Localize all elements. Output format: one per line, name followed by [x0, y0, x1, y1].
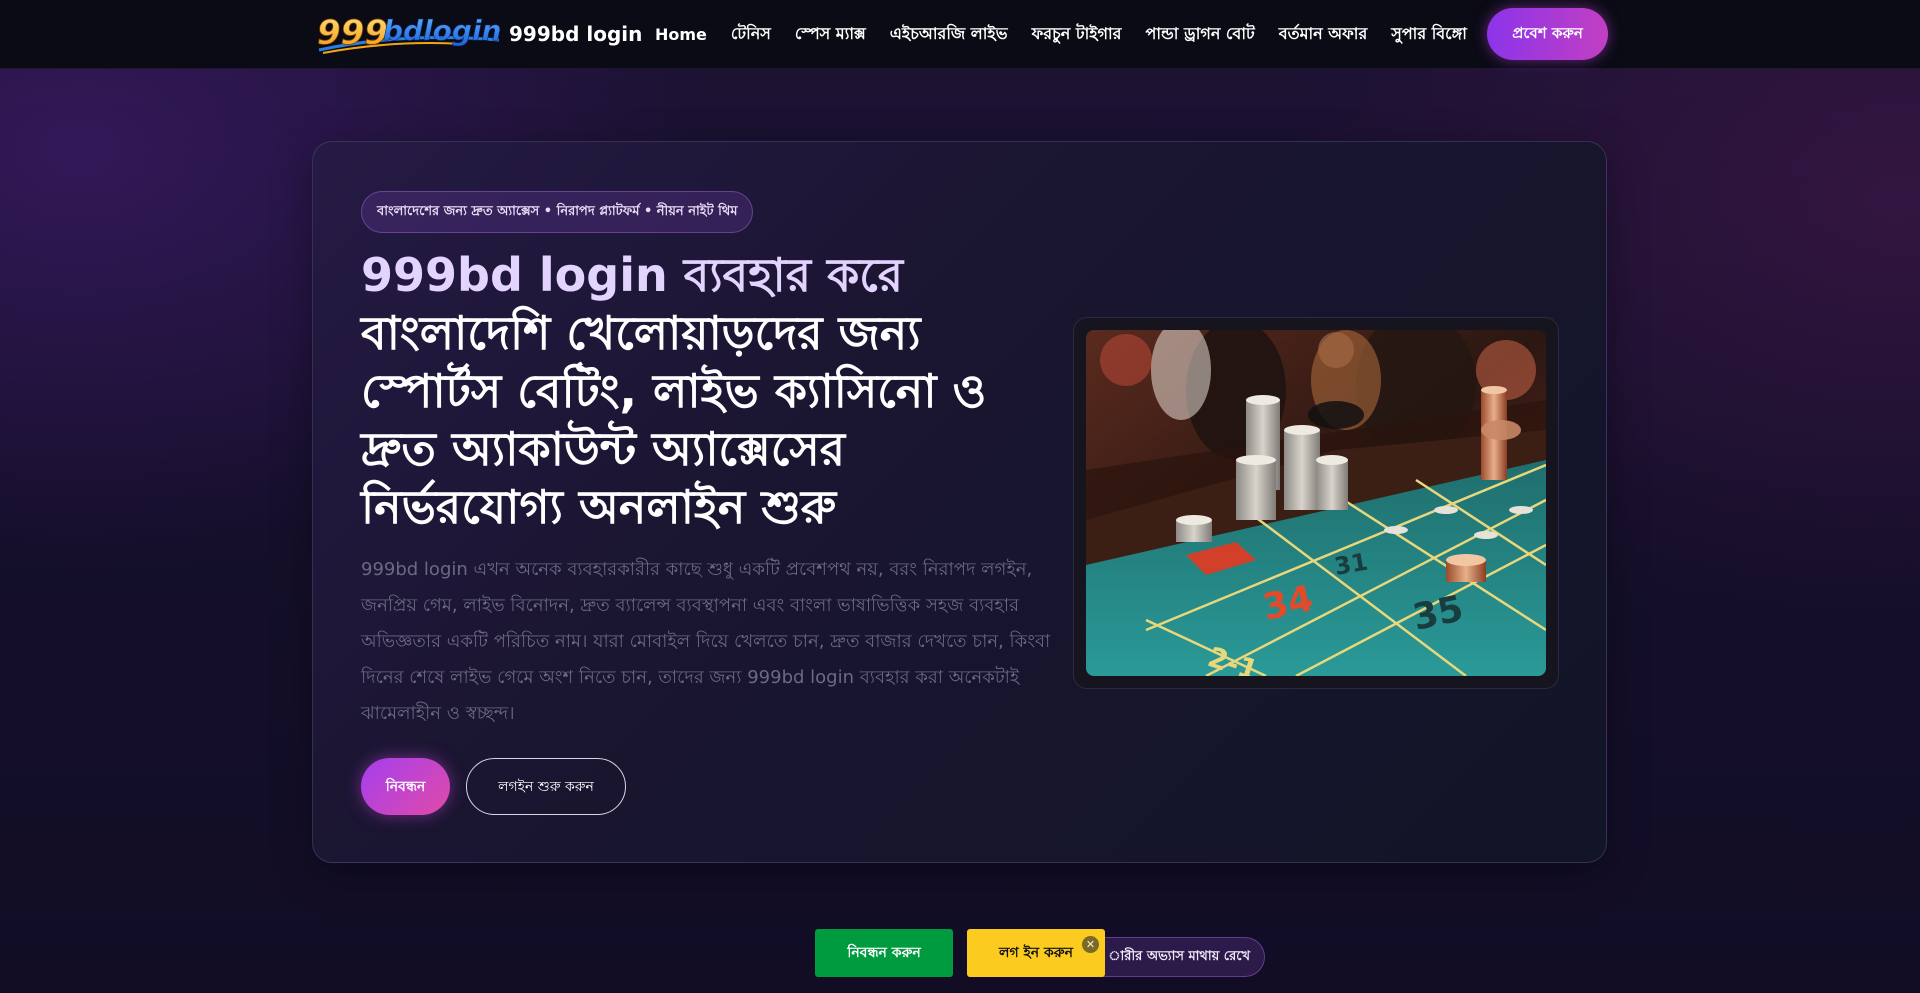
nav-link-super-bingo[interactable]: সুপার বিঙ্গো [1391, 21, 1467, 48]
nav-link-current-offers[interactable]: বর্তমান অফার [1279, 21, 1368, 48]
nav-link-panda-dragon-boat[interactable]: পান্ডা ড্রাগন বোট [1145, 21, 1254, 48]
nav-link-space-max[interactable]: স্পেস ম্যাক্স [795, 21, 866, 48]
hero-title-highlight: 999bd login ব্যবহার করে [361, 248, 904, 302]
roulette-number-31: 31 [1332, 548, 1370, 581]
floating-login-button[interactable]: লগ ইন করুন ✕ [967, 929, 1105, 977]
roulette-table-image: 31 34 35 2-1 [1086, 330, 1546, 676]
floating-login-label: লগ ইন করুন [999, 945, 1073, 961]
main-nav: Home টেনিস স্পেস ম্যাক্স এইচআরজি লাইভ ফর… [655, 0, 1467, 68]
hero-image-frame: 31 34 35 2-1 [1073, 317, 1559, 689]
nav-link-home[interactable]: Home [655, 25, 707, 44]
close-icon[interactable]: ✕ [1082, 936, 1099, 953]
brand[interactable]: 999 bdlogin 999bd login [313, 8, 642, 60]
nav-link-tennis[interactable]: টেনিস [731, 21, 771, 48]
start-login-button[interactable]: লগইন শুরু করুন [466, 758, 626, 815]
brand-title[interactable]: 999bd login [509, 22, 642, 46]
enter-button[interactable]: প্রবেশ করুন [1487, 8, 1608, 60]
top-navigation-bar: 999 bdlogin 999bd login Home টেনিস স্পেস… [0, 0, 1920, 69]
svg-text:bdlogin: bdlogin [383, 14, 502, 47]
floating-action-bar: নিবন্ধন করুন লগ ইন করুন ✕ [815, 929, 1105, 977]
hero-card: বাংলাদেশের জন্য দ্রুত অ্যাক্সেস • নিরাপদ… [312, 141, 1607, 863]
register-button[interactable]: নিবন্ধন [361, 758, 450, 815]
hero-description: 999bd login এখন অনেক ব্যবহারকারীর কাছে শ… [361, 559, 1051, 724]
hero-title-rest: বাংলাদেশি খেলোয়াড়দের জন্য স্পোর্টস বেট… [361, 306, 987, 534]
nav-link-hrg-live[interactable]: এইচআরজি লাইভ [890, 21, 1008, 48]
hero-title: 999bd login ব্যবহার করে বাংলাদেশি খেলোয়… [361, 246, 1041, 536]
hero-tagline-pill: বাংলাদেশের জন্য দ্রুত অ্যাক্সেস • নিরাপদ… [361, 191, 754, 233]
bottom-tagline-pill: ারীর অভ্যাস মাথায় রেখে [1080, 937, 1265, 977]
nav-link-fortune-tiger[interactable]: ফরচুন টাইগার [1032, 21, 1122, 48]
floating-register-button[interactable]: নিবন্ধন করুন [815, 929, 953, 977]
svg-text:999: 999 [317, 13, 388, 53]
site-logo[interactable]: 999 bdlogin [313, 10, 503, 58]
